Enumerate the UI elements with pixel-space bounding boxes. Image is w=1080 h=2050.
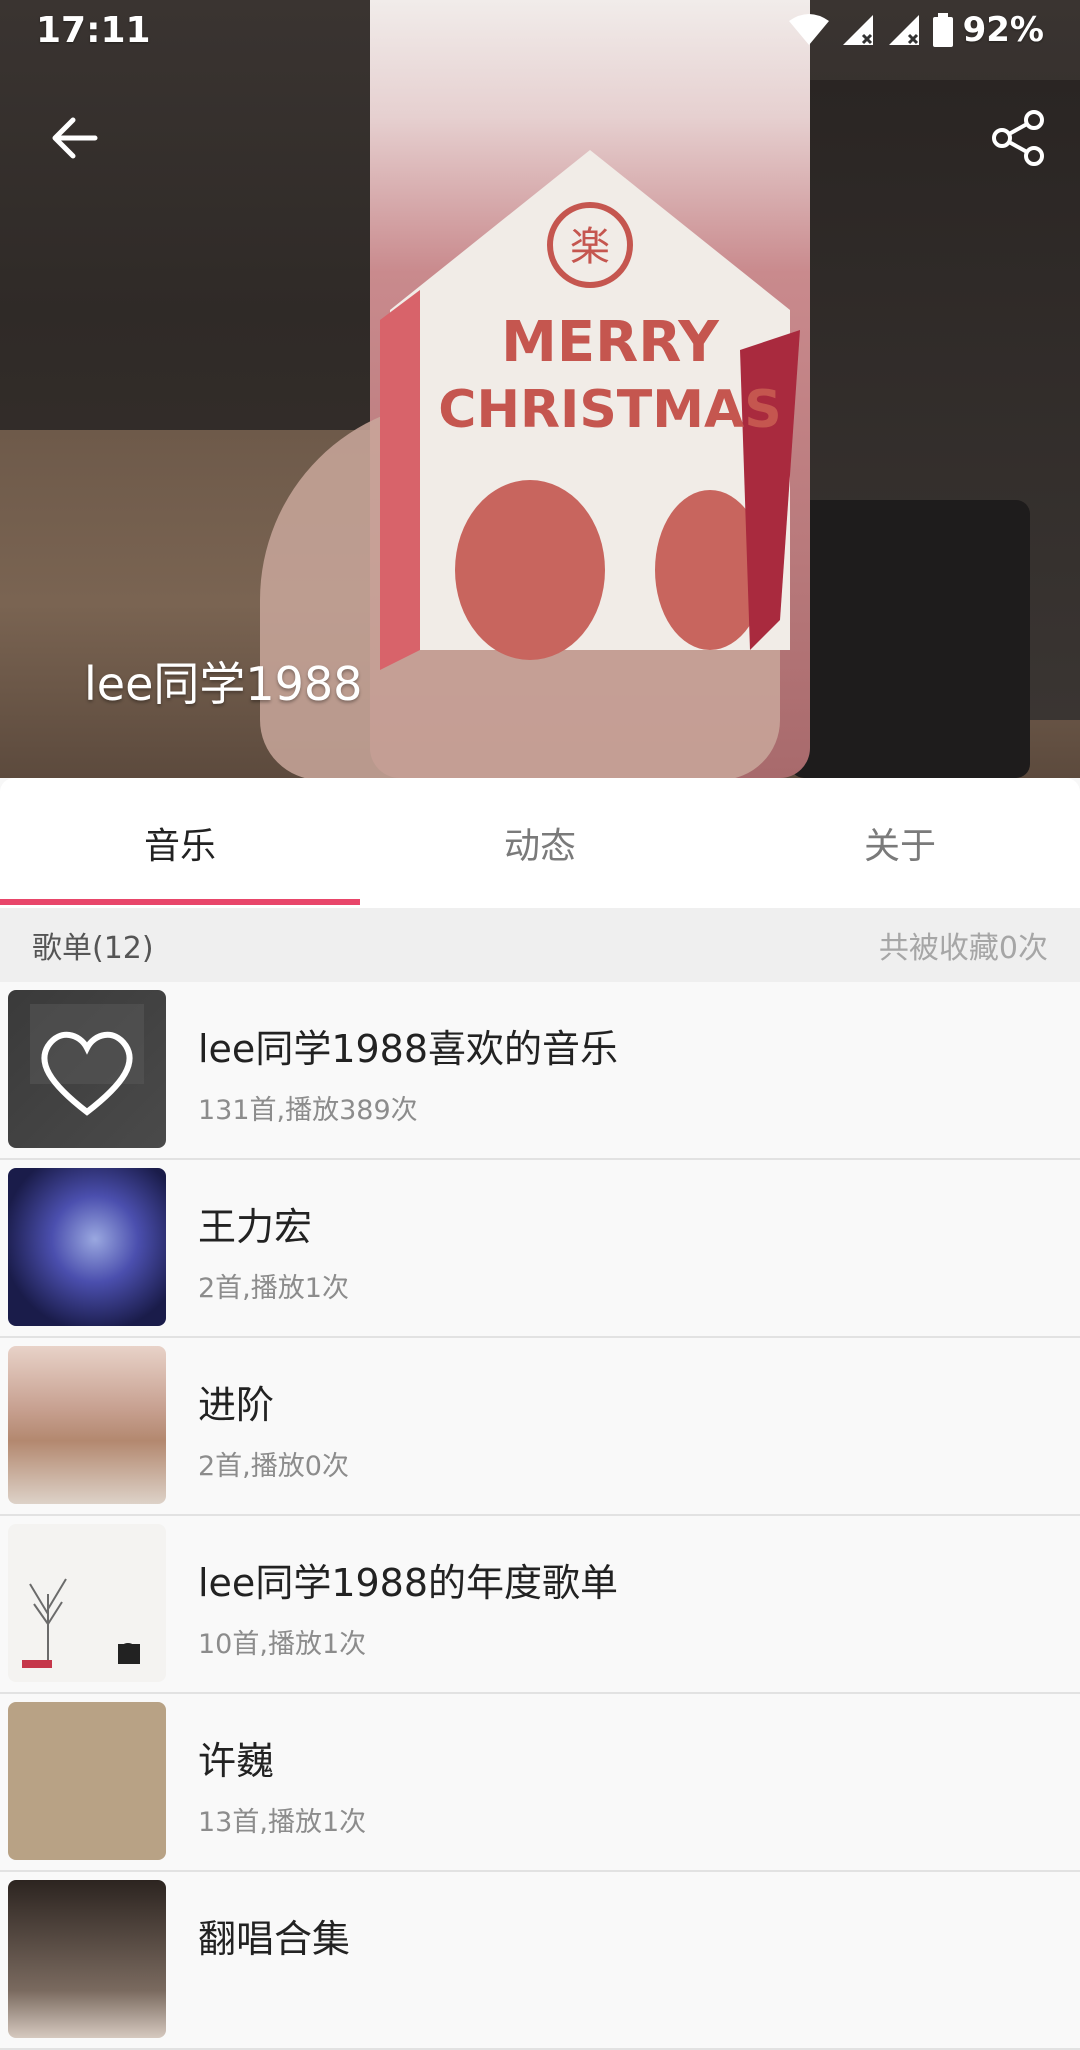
cell-signal-icon-2 (888, 15, 919, 45)
tree-illustration (22, 1578, 140, 1668)
profile-name: lee同学1988 (84, 657, 363, 711)
playlist-stats: 10首,播放1次 (198, 1629, 367, 1660)
playlist-title: 许巍 (198, 1739, 275, 1783)
playlist-title: 翻唱合集 (198, 1917, 351, 1961)
wifi-icon (788, 14, 829, 45)
playlist-title: lee同学1988喜欢的音乐 (198, 1027, 619, 1071)
active-tab-indicator (0, 899, 360, 905)
playlist-item[interactable]: lee同学1988的年度歌单 10首,播放1次 (0, 1516, 1080, 1694)
status-icons: 92% (787, 10, 1044, 50)
playlist-item[interactable]: 翻唱合集 (0, 1872, 1080, 2050)
battery-icon (932, 13, 953, 47)
playlist-cover (8, 1880, 166, 2038)
heart-icon (30, 1004, 144, 1116)
cup-sleeve: 楽 MERRY CHRISTMAS (380, 150, 800, 690)
tab-about[interactable]: 关于 (720, 778, 1080, 908)
status-time: 17:11 (36, 10, 151, 51)
playlist-stats: 2首,播放1次 (198, 1273, 349, 1304)
playlist-cover (8, 1702, 166, 1860)
playlist-stats: 13首,播放1次 (198, 1807, 367, 1838)
playlist-cover (8, 1168, 166, 1326)
playlist-count-title: 歌单(12) (32, 931, 154, 966)
playlist-title: 王力宏 (198, 1205, 313, 1249)
playlist-title: 进阶 (198, 1383, 275, 1427)
playlist-item[interactable]: 王力宏 2首,播放1次 (0, 1160, 1080, 1338)
playlist-title: lee同学1988的年度歌单 (198, 1561, 619, 1605)
playlist-cover (8, 1524, 166, 1682)
tab-bar: 音乐 动态 关于 (0, 778, 1080, 908)
playlist-list: lee同学1988喜欢的音乐 131首,播放389次 王力宏 2首,播放1次 进… (0, 982, 1080, 2050)
svg-text:楽: 楽 (570, 224, 610, 270)
back-button[interactable] (36, 100, 112, 176)
cell-signal-icon (842, 15, 873, 45)
profile-cover-image: 楽 MERRY CHRISTMAS 17:11 92% lee同学1988 (0, 0, 1080, 778)
status-bar: 17:11 92% (0, 0, 1080, 64)
arrow-left-icon (52, 117, 98, 159)
sleeve-text-merry: MERRY (501, 310, 719, 375)
playlist-section-header: 歌单(12) 共被收藏0次 (0, 908, 1080, 982)
playlist-item[interactable]: lee同学1988喜欢的音乐 131首,播放389次 (0, 982, 1080, 1160)
playlist-cover (8, 990, 166, 1148)
tab-music[interactable]: 音乐 (0, 778, 360, 908)
playlist-stats: 131首,播放389次 (198, 1095, 418, 1126)
playlist-item[interactable]: 进阶 2首,播放0次 (0, 1338, 1080, 1516)
share-button[interactable] (978, 98, 1058, 178)
battery-percent: 92% (962, 10, 1044, 50)
share-icon (992, 110, 1044, 166)
playlist-stats: 2首,播放0次 (198, 1451, 349, 1482)
collected-count: 共被收藏0次 (878, 931, 1048, 966)
background-bin (790, 500, 1030, 778)
playlist-cover (8, 1346, 166, 1504)
tab-activity[interactable]: 动态 (360, 778, 720, 908)
playlist-item[interactable]: 许巍 13首,播放1次 (0, 1694, 1080, 1872)
sleeve-text-christmas: CHRISTMAS (438, 380, 782, 440)
